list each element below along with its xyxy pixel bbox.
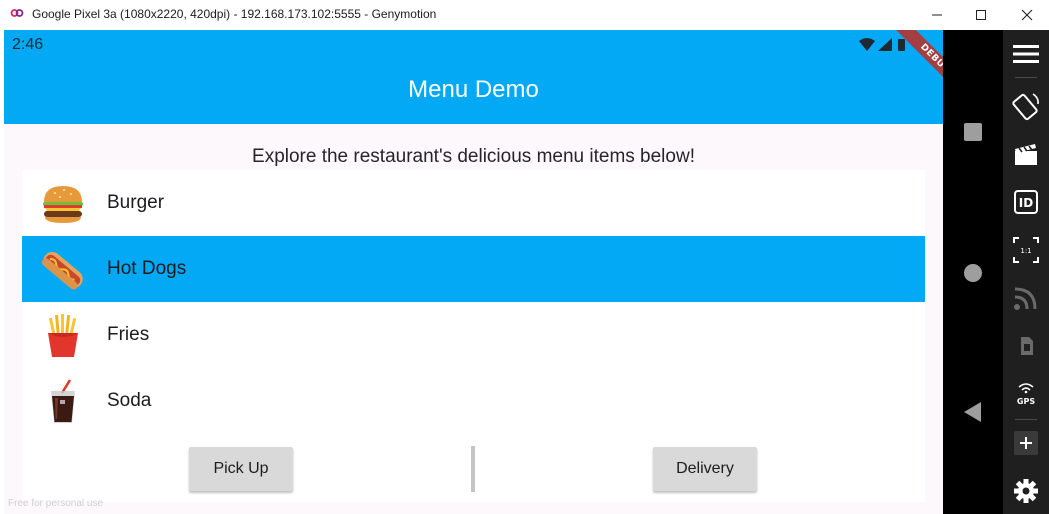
identifiers-icon[interactable]: ID [1011,187,1041,217]
network-icon[interactable] [1011,283,1041,313]
signal-icon [878,38,892,51]
delivery-button[interactable]: Delivery [653,447,757,491]
close-icon [1021,9,1033,21]
pick-up-button[interactable]: Pick Up [189,447,293,491]
menu-item-fries[interactable]: Fries [22,302,925,368]
menu-subtitle: Explore the restaurant's delicious menu … [252,146,695,167]
window-title-bar: Google Pixel 3a (1080x2220, 420dpi) - 19… [0,0,1049,30]
recents-icon[interactable] [958,117,988,147]
menu-item-label: Burger [107,192,165,213]
soda-icon [51,379,75,423]
menu-item-burger[interactable]: Burger [22,170,925,236]
battery-icon [898,39,905,51]
rotate-icon[interactable] [1011,91,1041,121]
burger-icon [43,186,83,223]
genymotion-logo-icon [10,9,24,17]
svg-text:ID: ID [1019,196,1033,210]
svg-text:1:1: 1:1 [1020,247,1031,255]
toolbar-separator [1015,77,1037,78]
hotdog-icon [41,252,83,290]
minimize-icon [932,14,942,16]
vertical-divider [471,446,475,492]
capture-icon[interactable] [1011,139,1041,169]
genymotion-toolbar: ID 1:1 GPS [1003,30,1049,514]
menu-item-label: Hot Dogs [107,258,187,279]
menu-item-hot-dogs[interactable]: Hot Dogs [22,236,925,302]
order-options: Pick Up Delivery [22,436,925,502]
toolbar-separator [1015,419,1037,420]
svg-text:GPS: GPS [1017,397,1035,406]
wifi-icon [859,38,875,51]
window-title: Google Pixel 3a (1080x2220, 420dpi) - 19… [32,7,437,21]
settings-icon[interactable] [1011,476,1041,506]
volume-up-icon[interactable] [1011,428,1041,458]
gps-icon[interactable]: GPS [1011,379,1041,409]
pixel-perfect-icon[interactable]: 1:1 [1011,235,1041,265]
menu-icon[interactable] [1011,39,1041,69]
close-button[interactable] [1004,0,1049,30]
watermark: Free for personal use [8,498,104,509]
menu-item-soda[interactable]: Soda [22,368,925,434]
home-icon[interactable] [958,258,988,288]
menu-item-label: Fries [107,324,150,345]
status-time: 2:46 [12,36,44,53]
menu-item-label: Soda [107,390,152,411]
maximize-icon [976,10,986,20]
app-bar: 2:46 Menu Demo [4,30,943,124]
fries-icon [48,314,78,357]
minimize-button[interactable] [914,0,960,30]
menu-list: Burger Hot Dogs Fries Soda [22,170,925,436]
android-nav-bar [943,30,1003,514]
phone-icon[interactable] [1011,331,1041,361]
maximize-button[interactable] [958,0,1004,30]
device-screen: 2:46 Menu Demo DEBUG Explore the restaur… [4,30,943,514]
back-icon[interactable] [958,397,988,427]
app-title: Menu Demo [408,76,539,103]
